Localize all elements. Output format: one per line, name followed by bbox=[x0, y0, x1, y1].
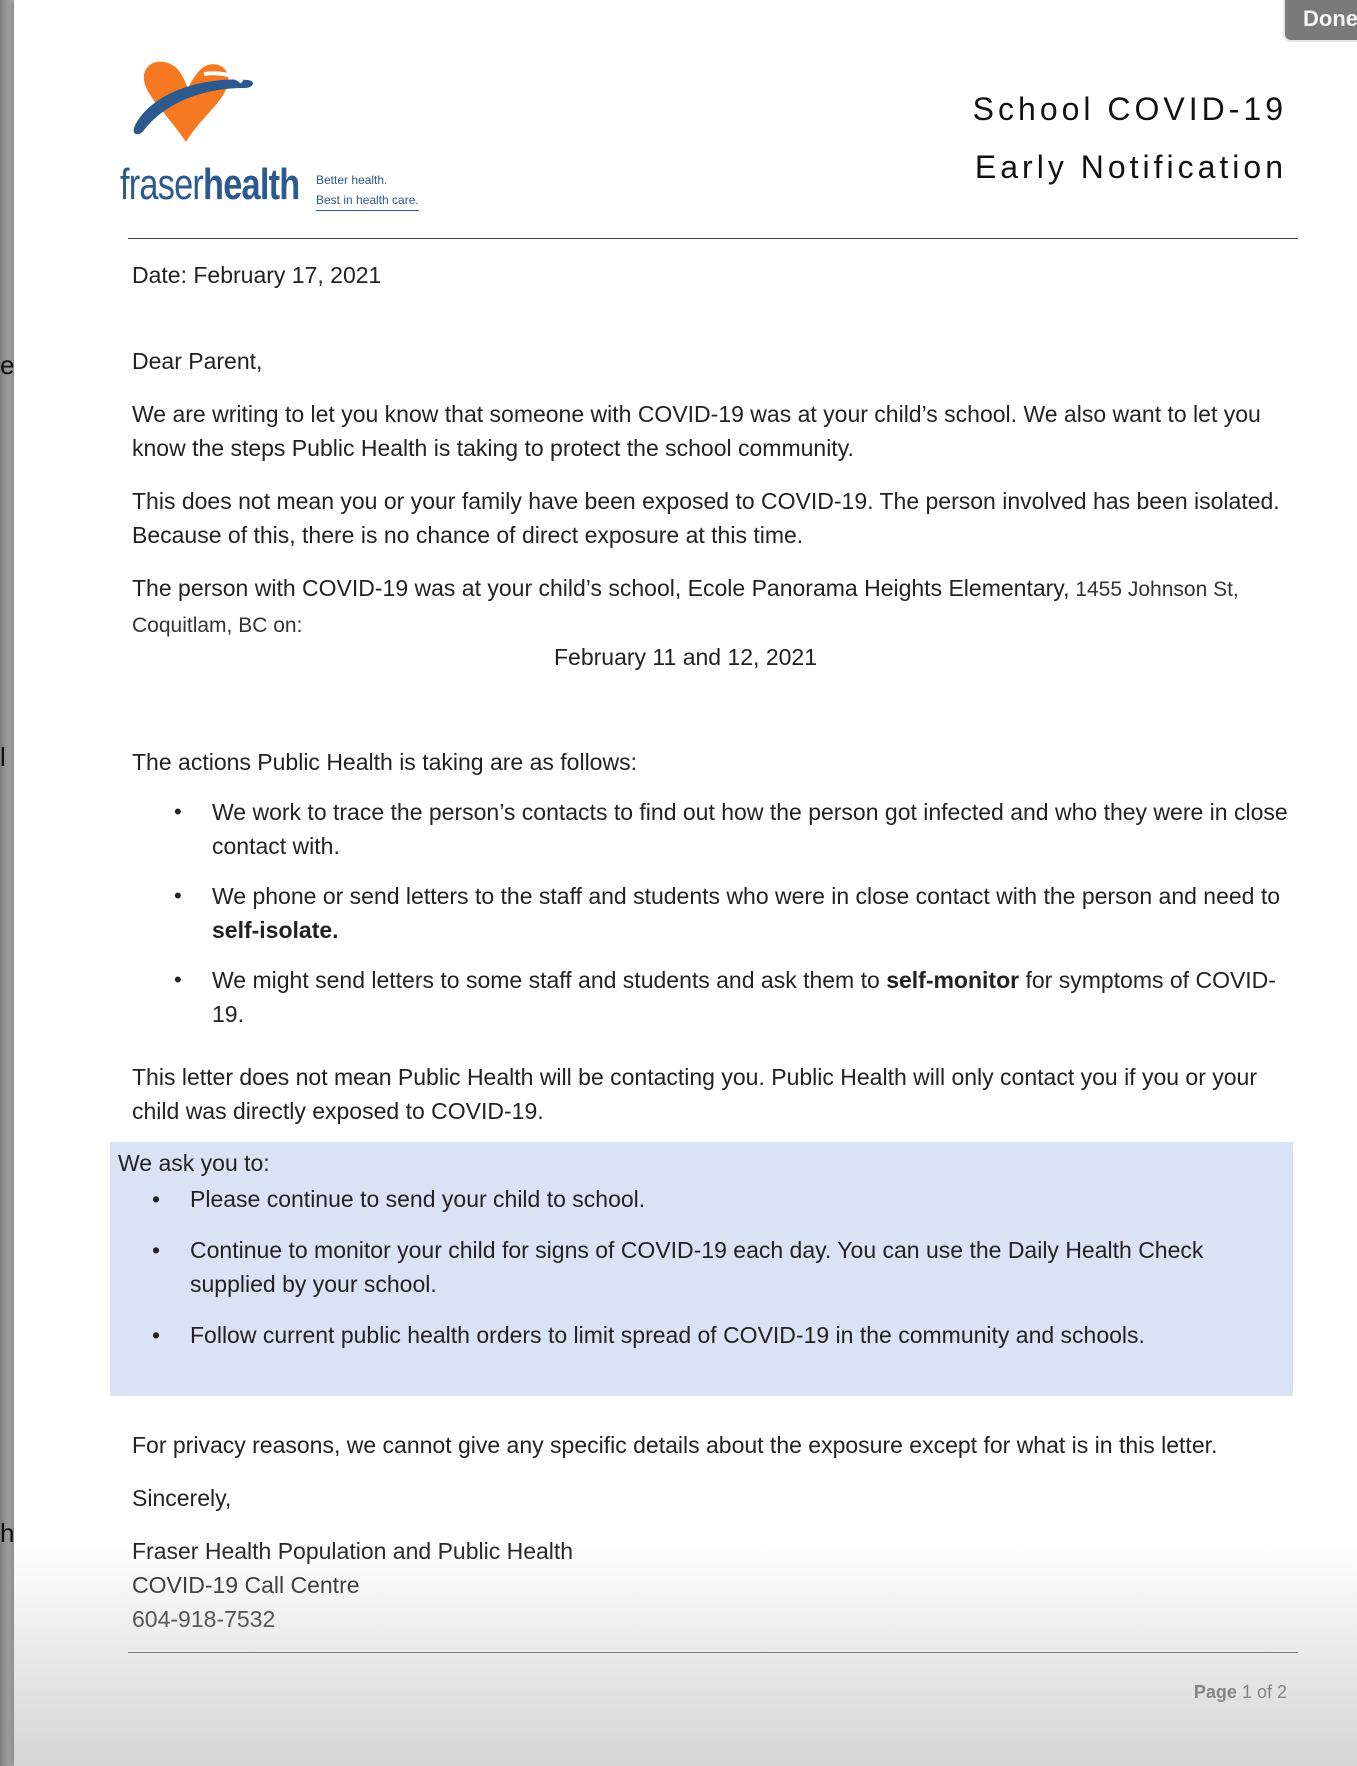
title-line-1: School COVID-19 bbox=[972, 91, 1287, 127]
paragraph-not-exposed: This does not mean you or your family ha… bbox=[132, 488, 1280, 548]
done-button[interactable]: Done bbox=[1283, 0, 1357, 42]
signature-block: Fraser Health Population and Public Heal… bbox=[132, 1534, 573, 1636]
actions-list: • We work to trace the person’s contacts … bbox=[132, 795, 1307, 1047]
signature-line: COVID-19 Call Centre bbox=[132, 1572, 360, 1598]
background-text-fragment: e bbox=[0, 350, 15, 380]
header-divider bbox=[128, 238, 1298, 239]
list-item: • Follow current public health orders to … bbox=[152, 1322, 1145, 1348]
background-text-fragment: h bbox=[0, 1518, 15, 1548]
logo-wordmark: fraserhealth bbox=[120, 160, 300, 209]
signature-line: Fraser Health Population and Public Heal… bbox=[132, 1538, 574, 1564]
salutation: Dear Parent, bbox=[132, 348, 263, 374]
fraser-health-logo: fraserhealth Better health. Best in heal… bbox=[104, 58, 434, 218]
actions-intro: The actions Public Health is taking are … bbox=[132, 749, 637, 775]
requests-list: • Please continue to send your child to s… bbox=[110, 1182, 1285, 1369]
letter-date: Date: February 17, 2021 bbox=[132, 262, 382, 288]
exposure-dates: February 11 and 12, 2021 bbox=[554, 644, 817, 670]
requests-intro: We ask you to: bbox=[118, 1150, 270, 1176]
paragraph-intro: We are writing to let you know that some… bbox=[132, 401, 1261, 461]
list-item: • We phone or send letters to the staff a… bbox=[174, 883, 1281, 943]
list-item: • Please continue to send your child to s… bbox=[152, 1186, 646, 1212]
page-number: Page 1 of 2 bbox=[1193, 1682, 1287, 1702]
heart-logo-icon bbox=[133, 61, 253, 142]
signature-line: 604-918-7532 bbox=[132, 1606, 276, 1632]
document-title: School COVID-19 Early Notification bbox=[973, 80, 1287, 196]
privacy-note: For privacy reasons, we cannot give any … bbox=[132, 1432, 1218, 1458]
logo-tagline: Better health. Best in health care. bbox=[316, 170, 419, 211]
list-item: • We might send letters to some staff and… bbox=[174, 967, 1276, 1027]
list-item: • Continue to monitor your child for sign… bbox=[152, 1237, 1204, 1297]
requests-box: We ask you to: • Please continue to send … bbox=[110, 1142, 1293, 1396]
paragraph-no-contact: This letter does not mean Public Health … bbox=[132, 1064, 1258, 1124]
document-page[interactable]: Done fraserhealth Better health. Best in… bbox=[14, 0, 1357, 1766]
background-window-strip: e l h bbox=[0, 0, 14, 1766]
title-line-2: Early Notification bbox=[974, 149, 1287, 185]
background-text-fragment: l bbox=[0, 742, 6, 772]
closing: Sincerely, bbox=[132, 1485, 232, 1511]
paragraph-location: The person with COVID-19 was at your chi… bbox=[132, 575, 1239, 637]
list-item: • We work to trace the person’s contacts … bbox=[174, 799, 1288, 859]
footer-divider bbox=[128, 1652, 1298, 1653]
